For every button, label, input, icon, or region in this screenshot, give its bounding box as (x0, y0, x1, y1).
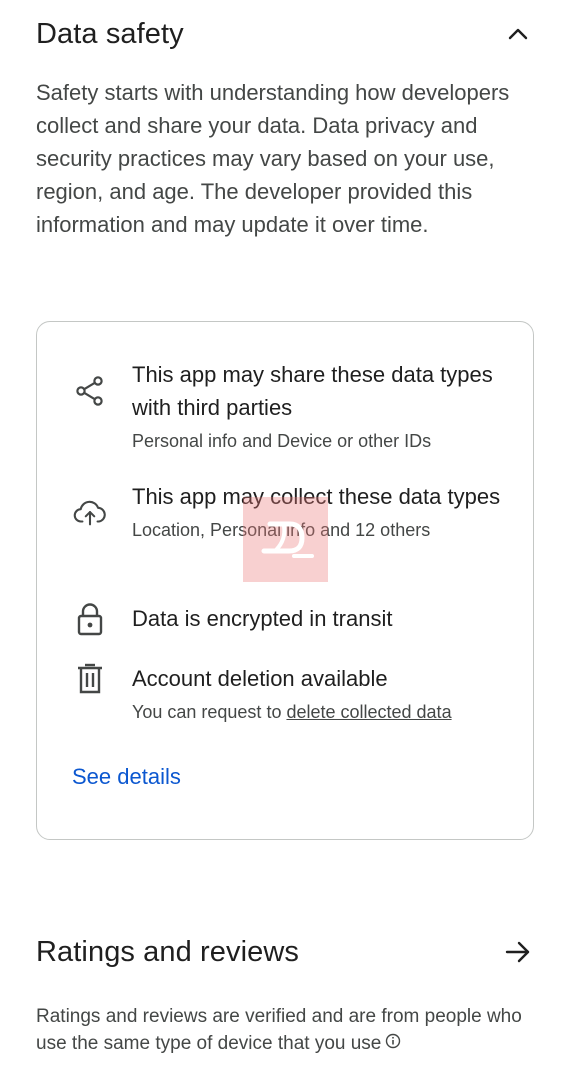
data-safety-intro: Safety starts with understanding how dev… (36, 80, 510, 237)
share-icon (73, 374, 107, 408)
data-sharing-title: This app may share these data types with… (132, 362, 493, 420)
data-sharing-subtitle: Personal info and Device or other IDs (132, 431, 432, 451)
delete-collected-data-link[interactable]: delete collected data (286, 702, 451, 722)
account-deletion-title: Account deletion available (132, 666, 388, 691)
trash-icon (73, 662, 107, 696)
ratings-description-text: Ratings and reviews are verified and are… (36, 1006, 522, 1054)
account-deletion-subtitle-prefix: You can request to (132, 702, 287, 722)
data-safety-header[interactable]: Data safety (36, 12, 536, 56)
watermark-logo (243, 497, 328, 582)
account-deletion-subtitle: You can request to delete collected data (132, 699, 505, 725)
info-icon[interactable] (385, 1030, 401, 1057)
encryption-title: Data is encrypted in transit (132, 606, 393, 631)
cloud-upload-icon (73, 496, 107, 530)
ratings-title: Ratings and reviews (36, 935, 300, 968)
ratings-header[interactable]: Ratings and reviews (36, 930, 536, 974)
lock-icon (73, 602, 107, 636)
see-details-link[interactable]: See details (72, 764, 181, 790)
ratings-description: Ratings and reviews are verified and are… (36, 1003, 546, 1057)
chevron-up-icon[interactable] (500, 16, 536, 52)
data-safety-title: Data safety (36, 17, 184, 50)
arrow-right-icon[interactable] (500, 934, 536, 970)
